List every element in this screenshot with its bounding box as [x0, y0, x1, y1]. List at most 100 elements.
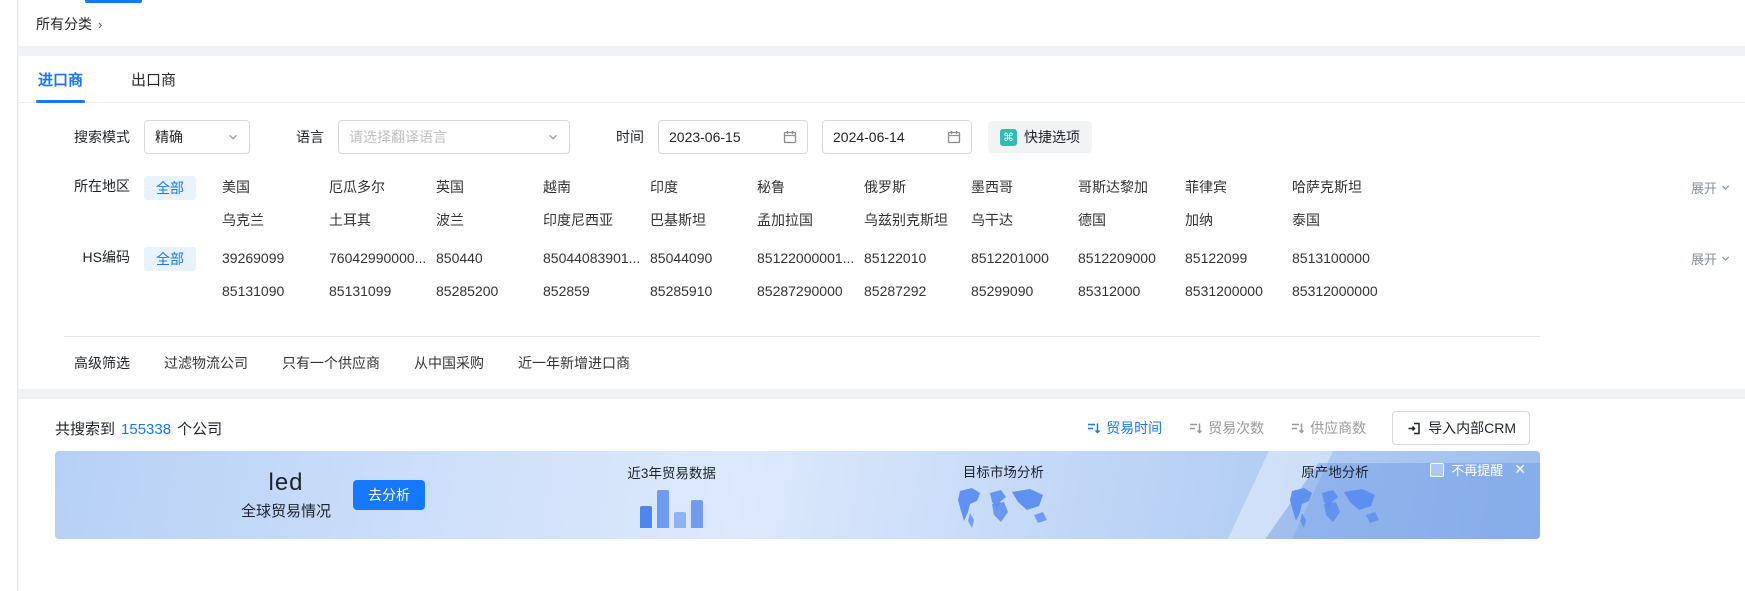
- hscode-option[interactable]: 85131099: [329, 280, 436, 302]
- dismiss-checkbox[interactable]: [1430, 463, 1444, 477]
- region-option[interactable]: 德国: [1078, 209, 1185, 231]
- analyze-button[interactable]: 去分析: [353, 480, 425, 510]
- hscode-expand-toggle[interactable]: 展开: [1691, 247, 1731, 268]
- single-supplier-option[interactable]: 只有一个供应商: [282, 353, 380, 373]
- sort-supplier-count[interactable]: 供应商数: [1290, 418, 1366, 438]
- results-suffix: 个公司: [177, 418, 222, 439]
- region-option[interactable]: 乌兹别克斯坦: [864, 209, 971, 231]
- date-end-value: 2024-06-14: [833, 129, 905, 145]
- region-option[interactable]: 美国: [222, 176, 329, 198]
- region-option[interactable]: 哈萨克斯坦: [1292, 176, 1399, 198]
- sort-trade-time[interactable]: 贸易时间: [1086, 418, 1162, 438]
- region-option[interactable]: 泰国: [1292, 209, 1399, 231]
- region-option[interactable]: 波兰: [436, 209, 543, 231]
- calendar-icon: [947, 130, 961, 144]
- language-placeholder: 请选择翻译语言: [349, 127, 447, 147]
- trade-analysis-banner: led 全球贸易情况 去分析 近3年贸易数据 目标市场分析: [55, 451, 1540, 539]
- feature-trade-data: 近3年贸易数据: [587, 462, 757, 528]
- date-end-input[interactable]: 2024-06-14: [822, 120, 972, 154]
- keyword-block: led 全球贸易情况: [241, 470, 331, 521]
- region-options-grid: 美国 厄瓜多尔 英国 越南 印度 秘鲁 俄罗斯 墨西哥 哥斯达黎加 菲律宾 哈萨…: [222, 176, 1399, 231]
- hscode-options-grid: 39269099 76042990000... 850440 850440839…: [222, 247, 1399, 302]
- hscode-option[interactable]: 8513100000: [1292, 247, 1399, 269]
- results-prefix: 共搜索到: [55, 418, 115, 439]
- chevron-down-icon: [227, 131, 239, 143]
- dismiss-label: 不再提醒: [1451, 460, 1503, 479]
- sort-trade-count[interactable]: 贸易次数: [1188, 418, 1264, 438]
- hscode-option[interactable]: 85312000000: [1292, 280, 1399, 302]
- left-rail: [0, 0, 18, 591]
- region-option[interactable]: 乌干达: [971, 209, 1078, 231]
- hscode-option[interactable]: 85299090: [971, 280, 1078, 302]
- results-bar: 共搜索到 155338 个公司 贸易时间 贸易次数 供应商数: [19, 399, 1745, 445]
- hscode-option[interactable]: 39269099: [222, 247, 329, 269]
- quick-options-button[interactable]: ⌘ 快捷选项: [988, 121, 1092, 153]
- filter-logistics-option[interactable]: 过滤物流公司: [164, 353, 248, 373]
- hscode-option[interactable]: 8512201000: [971, 247, 1078, 269]
- sourced-from-china-option[interactable]: 从中国采购: [414, 353, 484, 373]
- region-label: 所在地区: [38, 176, 130, 196]
- region-expand-label: 展开: [1691, 178, 1717, 197]
- region-all-chip[interactable]: 全部: [144, 176, 196, 200]
- region-option[interactable]: 越南: [543, 176, 650, 198]
- tab-importer[interactable]: 进口商: [36, 56, 85, 102]
- hscode-option[interactable]: 85122099: [1185, 247, 1292, 269]
- import-crm-button[interactable]: 导入内部CRM: [1392, 411, 1530, 445]
- region-option[interactable]: 土耳其: [329, 209, 436, 231]
- advanced-filter-label: 高级筛选: [38, 353, 130, 373]
- active-top-tab-indicator: [85, 0, 142, 3]
- hscode-option[interactable]: 85122000001...: [757, 247, 864, 269]
- new-importers-option[interactable]: 近一年新增进口商: [518, 353, 630, 373]
- hscode-option[interactable]: 85285910: [650, 280, 757, 302]
- search-mode-select[interactable]: 精确: [144, 120, 250, 154]
- chevron-down-icon: [1720, 182, 1731, 193]
- category-panel: 所有分类 ›: [19, 0, 1745, 46]
- hscode-option[interactable]: 852859: [543, 280, 650, 302]
- breadcrumb-label: 所有分类: [36, 14, 92, 34]
- feature-trade-data-label: 近3年贸易数据: [627, 462, 716, 482]
- region-option[interactable]: 俄罗斯: [864, 176, 971, 198]
- hscode-option[interactable]: 85044090: [650, 247, 757, 269]
- hscode-option[interactable]: 85312000: [1078, 280, 1185, 302]
- region-option[interactable]: 墨西哥: [971, 176, 1078, 198]
- hscode-expand-label: 展开: [1691, 249, 1717, 268]
- hscode-option[interactable]: 85131090: [222, 280, 329, 302]
- sort-descending-icon: [1290, 421, 1305, 436]
- region-option[interactable]: 秘鲁: [757, 176, 864, 198]
- region-option[interactable]: 孟加拉国: [757, 209, 864, 231]
- region-option[interactable]: 加纳: [1185, 209, 1292, 231]
- hscode-option[interactable]: 85287290000: [757, 280, 864, 302]
- hscode-option[interactable]: 76042990000...: [329, 247, 436, 269]
- region-option[interactable]: 印度尼西亚: [543, 209, 650, 231]
- world-map-icon: [947, 487, 1059, 529]
- feature-origin-analysis: 原产地分析: [1250, 461, 1420, 529]
- breadcrumb[interactable]: 所有分类 ›: [36, 14, 102, 34]
- tab-exporter[interactable]: 出口商: [129, 56, 178, 102]
- language-label: 语言: [296, 127, 324, 147]
- hscode-option[interactable]: 850440: [436, 247, 543, 269]
- region-option[interactable]: 哥斯达黎加: [1078, 176, 1185, 198]
- close-banner-icon[interactable]: ✕: [1514, 461, 1526, 478]
- hscode-option[interactable]: 85285200: [436, 280, 543, 302]
- region-expand-toggle[interactable]: 展开: [1691, 176, 1731, 197]
- hscode-option[interactable]: 85287292: [864, 280, 971, 302]
- section-gap: [19, 46, 1745, 56]
- search-mode-value: 精确: [155, 127, 183, 147]
- sort-trade-count-label: 贸易次数: [1208, 418, 1264, 438]
- hscode-label: HS编码: [38, 247, 130, 267]
- region-option[interactable]: 菲律宾: [1185, 176, 1292, 198]
- region-option[interactable]: 印度: [650, 176, 757, 198]
- hscode-option[interactable]: 8531200000: [1185, 280, 1292, 302]
- hscode-option[interactable]: 85122010: [864, 247, 971, 269]
- region-option[interactable]: 巴基斯坦: [650, 209, 757, 231]
- hscode-option[interactable]: 8512209000: [1078, 247, 1185, 269]
- hscode-option[interactable]: 85044083901...: [543, 247, 650, 269]
- language-select[interactable]: 请选择翻译语言: [338, 120, 570, 154]
- region-option[interactable]: 英国: [436, 176, 543, 198]
- quick-options-label: 快捷选项: [1024, 127, 1080, 147]
- hscode-all-chip[interactable]: 全部: [144, 247, 196, 271]
- region-option[interactable]: 乌克兰: [222, 209, 329, 231]
- date-start-input[interactable]: 2023-06-15: [658, 120, 808, 154]
- results-count-text: 共搜索到 155338 个公司: [55, 418, 222, 439]
- region-option[interactable]: 厄瓜多尔: [329, 176, 436, 198]
